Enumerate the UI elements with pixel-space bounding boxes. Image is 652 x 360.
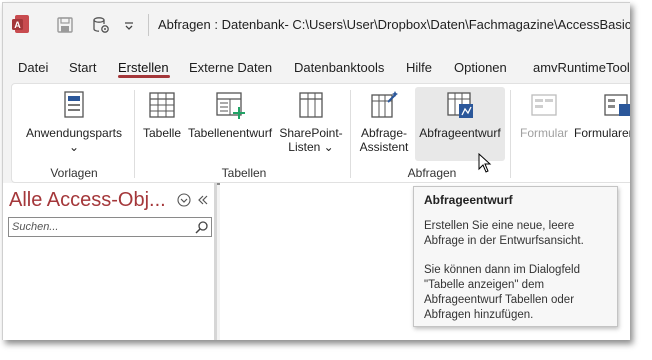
group-divider [134, 90, 135, 178]
tab-amvruntimetools[interactable]: amvRuntimeTools [533, 60, 630, 75]
group-divider [350, 90, 351, 178]
sharepoint-listen-button[interactable]: SharePoint- Listen ⌄ [276, 90, 346, 154]
table-icon [149, 92, 175, 118]
query-wizard-icon [371, 91, 398, 118]
save-icon[interactable] [55, 15, 75, 35]
tab-datei[interactable]: Datei [18, 60, 48, 75]
assistent-label-line2: Assistent [359, 140, 409, 154]
application-parts-icon [64, 91, 84, 118]
sharepoint-label-line1: SharePoint- [279, 126, 343, 140]
nav-title[interactable]: Alle Access-Obj... [9, 189, 166, 212]
active-tab-indicator [118, 75, 170, 78]
navigation-pane: Alle Access-Obj... Suchen... [3, 183, 217, 340]
tabelle-label: Tabelle [142, 126, 182, 140]
tab-datenbanktools[interactable]: Datenbanktools [294, 60, 384, 75]
title-divider [148, 14, 149, 36]
save-database-icon[interactable] [91, 15, 111, 35]
anwendungsparts-dropdown-arrow: ⌄ [68, 140, 80, 154]
tooltip-abfrageentwurf: Abfrageentwurf Erstellen Sie eine neue, … [413, 186, 618, 327]
anwendungsparts-label: Anwendungsparts [25, 126, 123, 140]
tabellenentwurf-button[interactable]: Tabellenentwurf [186, 90, 274, 140]
window-title: Abfragen : Datenbank- C:\Users\User\Drop… [158, 17, 630, 32]
formularentwurf-label: Formularent [574, 126, 630, 140]
group-label-tabellen: Tabellen [221, 166, 267, 180]
collapse-pane-icon[interactable] [197, 193, 209, 207]
tab-externe-daten[interactable]: Externe Daten [189, 60, 272, 75]
abfrageentwurf-label: Abfrageentwurf [419, 126, 501, 140]
sharepoint-list-icon [299, 92, 323, 118]
tab-optionen[interactable]: Optionen [454, 60, 507, 75]
group-divider [510, 90, 511, 178]
tabelle-button[interactable]: Tabelle [142, 90, 182, 140]
tab-start[interactable]: Start [69, 60, 96, 75]
anwendungsparts-button[interactable]: Anwendungsparts ⌄ [18, 90, 130, 154]
tooltip-title: Abfrageentwurf [424, 193, 513, 207]
assistent-label-line1: Abfrage- [360, 126, 408, 140]
access-logo-icon: A [12, 15, 29, 33]
mouse-cursor-icon [478, 153, 492, 173]
customize-quick-access-icon[interactable] [123, 15, 135, 35]
sharepoint-label-line2: Listen ⌄ [288, 140, 334, 154]
ribbon-erstellen: Anwendungsparts ⌄ Vorlagen Tabelle Tabel… [11, 83, 630, 183]
tab-hilfe[interactable]: Hilfe [406, 60, 432, 75]
table-design-icon [216, 92, 245, 119]
tooltip-paragraph-2: Sie können dann im Dialogfeld "Tabelle a… [424, 264, 580, 321]
title-bar: A Abfragen : Datenbank- C:\Users\User\Dr… [3, 3, 630, 47]
group-label-vorlagen: Vorlagen [50, 166, 98, 180]
search-icon[interactable] [195, 220, 209, 234]
nav-search-input[interactable]: Suchen... [8, 217, 212, 237]
tab-erstellen[interactable]: Erstellen [118, 60, 169, 75]
form-icon [531, 94, 557, 116]
abfrageentwurf-button[interactable]: Abfrageentwurf [414, 90, 506, 140]
tooltip-paragraph-1: Erstellen Sie eine neue, leere Abfrage i… [424, 220, 584, 247]
access-window: A Abfragen : Datenbank- C:\Users\User\Dr… [2, 2, 630, 340]
formular-button[interactable]: Formular [516, 90, 572, 140]
query-design-icon [447, 92, 473, 118]
formular-label: Formular [519, 126, 568, 140]
group-label-abfragen: Abfragen [407, 166, 457, 180]
ribbon-tabs: Datei Start Erstellen Externe Daten Date… [3, 55, 630, 79]
tabellenentwurf-label: Tabellenentwurf [187, 126, 273, 140]
search-placeholder: Suchen... [12, 221, 59, 233]
abfrage-assistent-button[interactable]: Abfrage- Assistent [356, 90, 412, 154]
form-design-icon [604, 94, 630, 116]
formularentwurf-button[interactable]: Formularent [574, 90, 630, 140]
svg-text:A: A [14, 20, 21, 30]
nav-menu-chevron-icon[interactable] [177, 193, 191, 207]
